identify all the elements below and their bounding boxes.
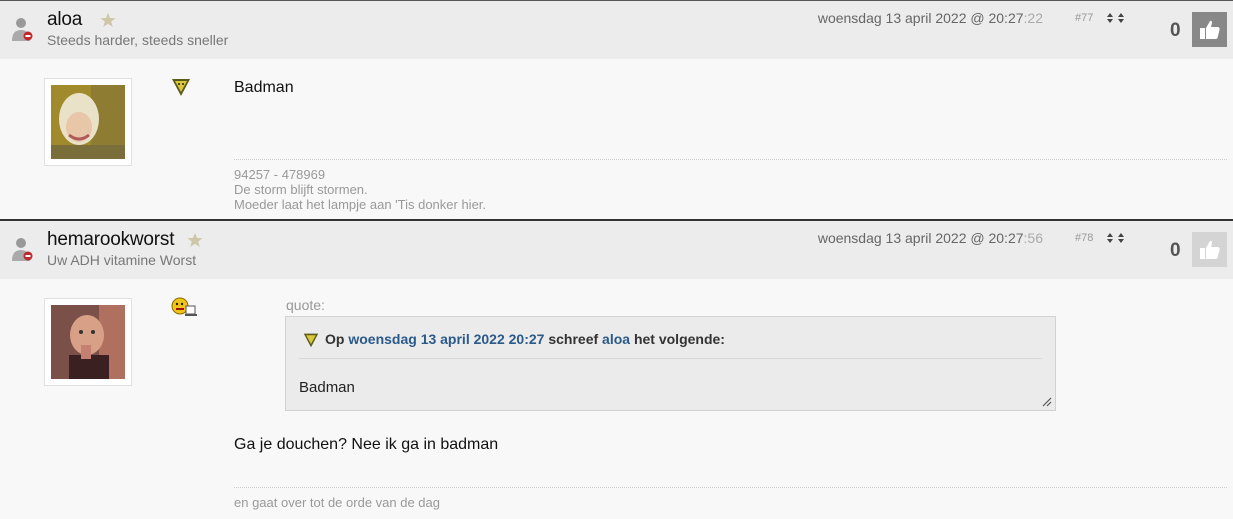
avatar[interactable] [44,298,132,386]
signature-line: Moeder laat het lampje aan 'Tis donker h… [234,197,487,212]
vote-score: 0 [1170,240,1181,261]
user-offline-icon [12,238,33,261]
avatar-image [51,305,125,379]
signature-divider [234,159,1227,160]
signature-line: 94257 - 478969 [234,167,326,182]
post-header: aloa Steeds harder, steeds sneller woens… [0,0,1233,59]
vote-score: 0 [1170,20,1181,41]
quote-author-link[interactable]: aloa [602,331,630,347]
quote-header: Op woensdag 13 april 2022 20:27 schreef … [325,331,725,347]
user-subtitle: Uw ADH vitamine Worst [47,252,197,268]
username[interactable]: aloa [47,9,82,31]
signature: 94257 - 478969 De storm blijft stormen. … [234,167,486,212]
quote-date-link[interactable]: woensdag 13 april 2022 20:27 [348,331,544,347]
post-number[interactable]: #78 [1075,232,1093,244]
warning-smiley-icon [303,333,319,348]
quote-text: Badman [299,379,355,396]
up-down-arrows-icon[interactable] [1107,232,1129,244]
post-body: quote: Op woensdag 13 april 2022 20:27 s… [0,279,1233,519]
quote-label: quote: [286,297,325,313]
quote-suffix: het volgende: [633,331,725,347]
thumbs-up-icon [1199,20,1220,39]
post-body: Badman 94257 - 478969 De storm blijft st… [0,59,1233,219]
quote-box: Op woensdag 13 april 2022 20:27 schreef … [285,316,1056,411]
up-down-arrows-icon[interactable] [1107,12,1129,24]
signature-divider [234,487,1227,488]
post-content: Ga je douchen? Nee ik ga in badman [234,436,499,453]
thumbs-up-icon [1199,240,1220,259]
user-subtitle: Steeds harder, steeds sneller [47,32,229,48]
resize-handle-icon[interactable] [1042,397,1052,407]
star-icon[interactable] [187,232,203,248]
quote-middle: schreef [548,331,599,347]
signature: en gaat over tot de orde van de dag [234,495,440,510]
warning-smiley-icon [172,79,190,96]
quote-divider [299,358,1042,359]
signature-line: De storm blijft stormen. [234,182,368,197]
like-button[interactable] [1192,12,1227,47]
coffee-smiley-icon [171,297,197,316]
post-77: aloa Steeds harder, steeds sneller woens… [0,0,1233,219]
avatar[interactable] [44,78,132,166]
post-78: hemarookworst Uw ADH vitamine Worst woen… [0,219,1233,519]
post-number[interactable]: #77 [1075,12,1093,24]
signature-line: en gaat over tot de orde van de dag [234,495,440,510]
post-date[interactable]: woensdag 13 april 2022 @ 20:27:22 [818,10,1043,26]
star-icon[interactable] [100,12,116,28]
post-date[interactable]: woensdag 13 april 2022 @ 20:27:56 [818,230,1043,246]
user-offline-icon [12,18,33,41]
avatar-image [51,85,125,159]
like-button[interactable] [1192,232,1227,267]
quote-prefix: Op [325,331,345,347]
post-content: Badman [234,79,294,96]
post-header: hemarookworst Uw ADH vitamine Worst woen… [0,219,1233,279]
username[interactable]: hemarookworst [47,229,174,251]
